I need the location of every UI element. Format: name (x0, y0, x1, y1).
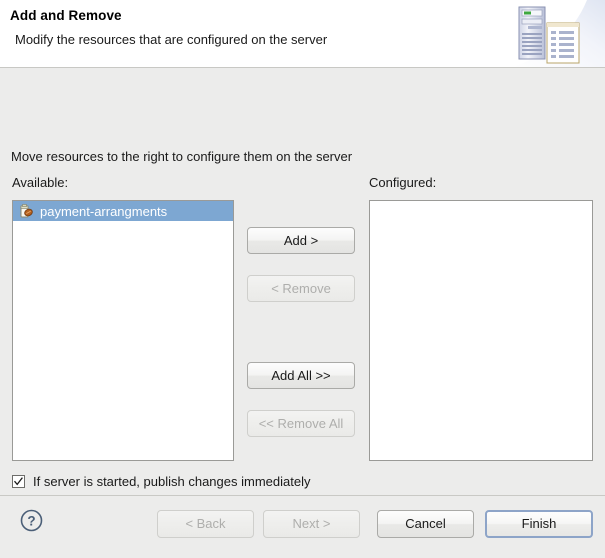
cancel-button[interactable]: Cancel (377, 510, 474, 538)
instruction-text: Move resources to the right to configure… (11, 149, 352, 164)
help-question-icon[interactable]: ? (20, 509, 43, 532)
list-item-label: payment-arrangments (40, 204, 167, 219)
wizard-footer: ? < Back Next > Cancel Finish (0, 495, 605, 558)
configured-list-label: Configured: (369, 175, 436, 190)
remove-all-button: << Remove All (247, 410, 355, 437)
wizard-body: Move resources to the right to configure… (0, 68, 605, 495)
checkbox-box[interactable] (12, 475, 25, 488)
back-button: < Back (157, 510, 254, 538)
page-subtitle: Modify the resources that are configured… (15, 32, 327, 47)
add-all-button[interactable]: Add All >> (247, 362, 355, 389)
checkbox-label: If server is started, publish changes im… (33, 474, 310, 489)
available-list[interactable]: payment-arrangments (12, 200, 234, 461)
finish-button[interactable]: Finish (485, 510, 593, 538)
configured-list[interactable] (369, 200, 593, 461)
server-and-document-icon (495, 0, 605, 67)
next-button: Next > (263, 510, 360, 538)
java-module-icon (18, 203, 34, 219)
publish-immediately-checkbox[interactable]: If server is started, publish changes im… (12, 474, 310, 489)
wizard-header: Add and Remove Modify the resources that… (0, 0, 605, 68)
checkmark-icon (13, 476, 24, 487)
add-button[interactable]: Add > (247, 227, 355, 254)
page-title: Add and Remove (10, 8, 122, 23)
list-item[interactable]: payment-arrangments (13, 201, 233, 221)
svg-text:?: ? (27, 514, 35, 529)
available-list-label: Available: (12, 175, 68, 190)
remove-button: < Remove (247, 275, 355, 302)
